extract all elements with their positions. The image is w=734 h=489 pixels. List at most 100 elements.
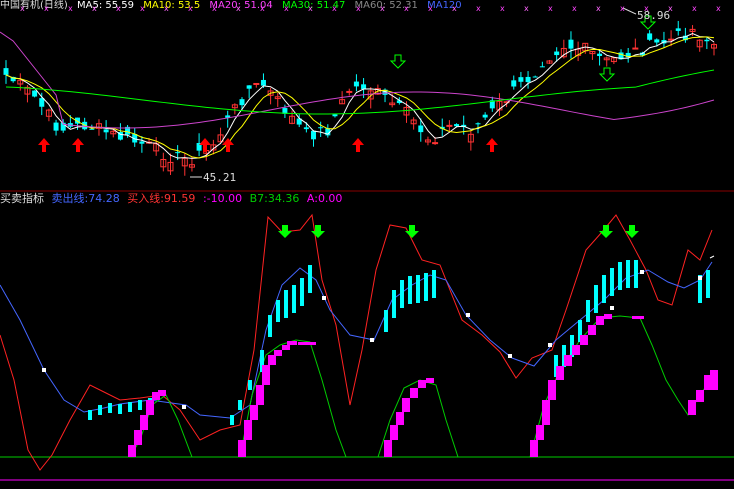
cyan-bar [626, 260, 630, 288]
magenta-block [134, 430, 142, 445]
magenta-block [238, 440, 246, 457]
candle-body [704, 39, 710, 42]
magenta-block [146, 400, 154, 415]
cyan-bar [408, 276, 412, 304]
indicator-name: 买卖指标 [0, 192, 44, 205]
buy-arrow-icon [222, 138, 234, 152]
white-marker [182, 405, 186, 409]
magenta-block [250, 405, 258, 420]
cyan-bar [432, 270, 436, 298]
neg-value: -10.00 [206, 192, 243, 205]
candle-body [353, 81, 359, 87]
magenta-block [282, 345, 290, 350]
candle-body [32, 90, 38, 97]
magenta-block [262, 365, 270, 385]
cyan-bar [268, 315, 272, 337]
candle-body [139, 141, 145, 144]
candle-body [554, 51, 560, 56]
signal-marker: x [452, 4, 457, 13]
signal-marker: x [284, 4, 289, 13]
magenta-block [298, 342, 316, 345]
b7-value: 34.36 [267, 192, 300, 205]
signal-marker: x [44, 4, 49, 13]
magenta-block [588, 325, 596, 335]
cyan-bar [392, 290, 396, 318]
magenta-block [396, 412, 404, 425]
buy-arrow-icon [72, 138, 84, 152]
magenta-block [596, 316, 604, 325]
cyan-bar [284, 290, 288, 318]
candle-body [346, 90, 353, 93]
cyan-bar [400, 280, 404, 308]
green-down-arrow-icon [625, 225, 639, 238]
indicator-header: 买卖指标 卖出线:74.28 买入线:91.59 :-10.00 B7:34.3… [0, 191, 734, 207]
candle-body [361, 84, 367, 90]
candle-body [446, 124, 453, 127]
signal-marker: x [692, 4, 697, 13]
cyan-bar [138, 400, 142, 410]
candle-body [418, 125, 424, 133]
candle-body [260, 79, 266, 86]
candle-body [303, 127, 309, 130]
white-marker [370, 338, 374, 342]
buy-arrow-icon [38, 138, 50, 152]
cyan-bar [292, 285, 296, 313]
signal-marker: x [500, 4, 505, 13]
cyan-bar [88, 410, 92, 420]
cyan-bar [618, 262, 622, 290]
cyan-bar [308, 265, 312, 293]
a-label: A: [306, 192, 318, 205]
white-marker [322, 296, 326, 300]
high-price-label: 58.96 [637, 9, 671, 22]
green-down-arrow-icon [405, 225, 419, 238]
candle-body [539, 66, 545, 68]
high-pointer [622, 7, 637, 15]
signal-marker: x [404, 4, 409, 13]
magenta-block [548, 380, 556, 400]
magenta-block [244, 420, 252, 440]
candle-body [246, 85, 252, 89]
signal-marker: x [476, 4, 481, 13]
signal-marker: x [716, 4, 721, 13]
candle-body [597, 53, 603, 57]
candle-body [53, 122, 59, 131]
magenta-block [542, 400, 550, 425]
cyan-bar [108, 403, 112, 413]
stock-chart-canvas[interactable]: xxxxxxxxxxxxxxxxxxxxxxxxxxxxxx [0, 0, 734, 489]
white-marker [610, 306, 614, 310]
signal-marker: x [68, 4, 73, 13]
white-marker [698, 276, 702, 280]
cyan-bar [230, 415, 234, 425]
indicator-panel [0, 213, 734, 481]
signal-marker: x [428, 4, 433, 13]
white-marker [42, 368, 46, 372]
candle-body [475, 123, 481, 125]
cyan-bar [384, 310, 388, 332]
signal-marker: x [548, 4, 553, 13]
signal-marker: x [20, 4, 25, 13]
candle-body [647, 33, 653, 40]
green-down-arrow-icon [311, 225, 325, 238]
magenta-block [580, 335, 588, 345]
candle-body [525, 76, 531, 83]
signal-marker: x [524, 4, 529, 13]
green-down-arrow-icon [599, 225, 613, 238]
cyan-bar [586, 300, 590, 322]
magenta-block [556, 366, 564, 380]
magenta-block [384, 440, 392, 457]
magenta-block [418, 380, 426, 388]
magenta-block [390, 425, 398, 440]
cyan-bar [128, 402, 132, 412]
candle-body [668, 38, 675, 41]
candle-body [318, 127, 324, 129]
candle-body [482, 114, 488, 118]
green-down-arrow-icon [278, 225, 292, 238]
b7-label: B7: [249, 192, 268, 205]
signal-marker: x [380, 4, 385, 13]
candle-body [532, 76, 538, 78]
signal-marker: x [212, 4, 217, 13]
signal-marker: x [308, 4, 313, 13]
magenta-block [128, 445, 136, 457]
signal-marker: x [188, 4, 193, 13]
candle-body [454, 124, 460, 127]
